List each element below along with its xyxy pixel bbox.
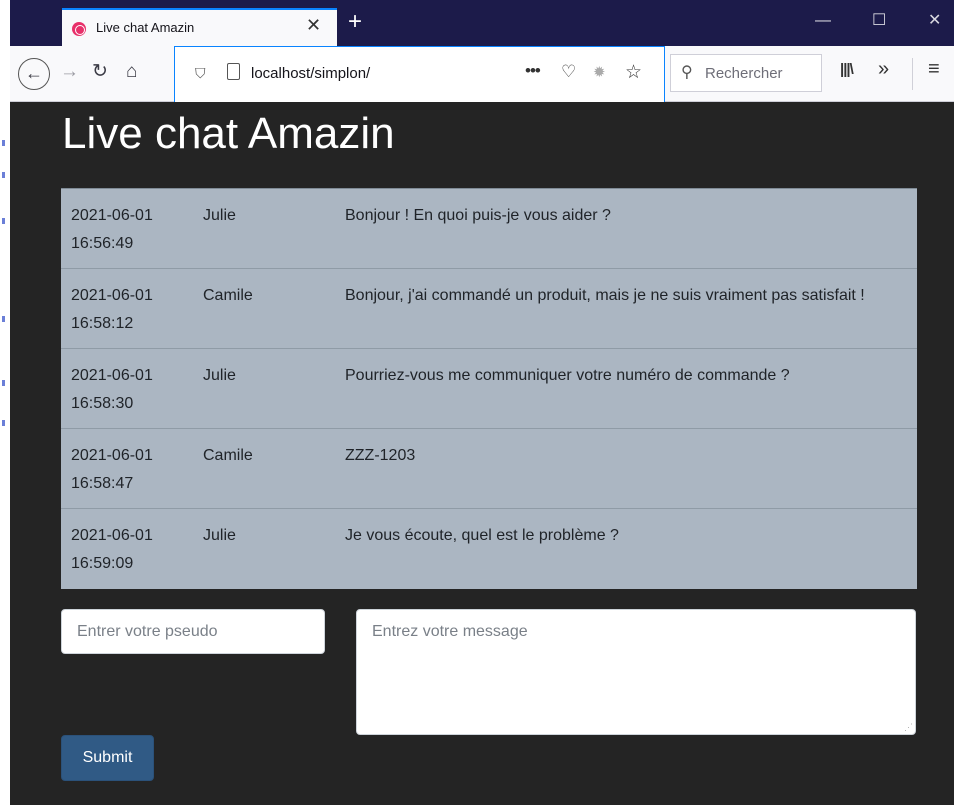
message-date: 2021-06-01	[71, 447, 153, 464]
chat-message-row: 2021-06-01 16:59:09 Julie Je vous écoute, q…	[61, 508, 917, 589]
message-date: 2021-06-01	[71, 287, 153, 304]
site-favicon-icon	[72, 22, 86, 36]
star-icon[interactable]: ☆	[625, 61, 642, 84]
message-time: 16:58:47	[71, 475, 134, 492]
message-textarea[interactable]	[356, 609, 916, 735]
new-tab-button[interactable]: +	[348, 8, 362, 36]
address-bar[interactable]: ⛉ localhost/simplon/ ••• ♡ ✹ ☆	[174, 46, 665, 102]
message-user: Julie	[203, 367, 236, 384]
pseudo-input[interactable]	[61, 609, 325, 654]
message-timestamp: 2021-06-01 16:58:47	[61, 429, 203, 509]
window-close-icon[interactable]: ✕	[928, 12, 941, 30]
back-arrow-icon[interactable]: ←	[18, 58, 50, 90]
url-text[interactable]: localhost/simplon/	[251, 65, 370, 82]
message-time: 16:59:09	[71, 555, 134, 572]
message-text: Bonjour, j'ai commandé un produit, mais …	[345, 287, 865, 304]
search-placeholder[interactable]: Rechercher	[705, 65, 783, 82]
forward-arrow-icon[interactable]: →	[60, 60, 79, 84]
tab-live-chat[interactable]: Live chat Amazin ✕	[62, 8, 337, 46]
maximize-icon[interactable]: ☐	[872, 12, 886, 30]
message-date: 2021-06-01	[71, 367, 153, 384]
chat-message-row: 2021-06-01 16:58:12 Camile Bonjour, j'ai co…	[61, 268, 917, 349]
message-user: Julie	[203, 527, 236, 544]
page-content: Live chat Amazin 2021-06-01 16:56:49 Julie…	[10, 103, 954, 805]
chat-message-row: 2021-06-01 16:58:30 Julie Pourriez-vous me …	[61, 348, 917, 429]
tab-close-icon[interactable]: ✕	[306, 16, 321, 34]
browser-window: Live chat Amazin ✕ + — ☐ ✕ ← → ↻ ⌂ ⛉ loc…	[10, 0, 954, 805]
pocket-icon[interactable]: ♡	[561, 62, 576, 82]
hamburger-menu-icon[interactable]: ≡	[928, 58, 940, 81]
chat-message-row: 2021-06-01 16:56:49 Julie Bonjour ! En quoi…	[61, 188, 917, 269]
overflow-icon[interactable]: »	[878, 58, 889, 81]
message-user: Julie	[203, 207, 236, 224]
message-text: Bonjour ! En quoi puis-je vous aider ?	[345, 207, 611, 224]
message-timestamp: 2021-06-01 16:56:49	[61, 189, 203, 269]
background-window-edge	[0, 0, 10, 805]
page-info-icon[interactable]	[227, 63, 240, 80]
chat-message-row: 2021-06-01 16:58:47 Camile ZZZ-1203	[61, 428, 917, 509]
chat-messages-table: 2021-06-01 16:56:49 Julie Bonjour ! En quoi…	[61, 188, 917, 589]
toolbar-divider	[912, 58, 913, 90]
more-icon[interactable]: •••	[525, 61, 541, 81]
search-icon: ⚲	[681, 64, 693, 81]
message-timestamp: 2021-06-01 16:59:09	[61, 509, 203, 589]
message-timestamp: 2021-06-01 16:58:12	[61, 269, 203, 349]
message-user: Camile	[203, 447, 253, 464]
page-title: Live chat Amazin	[62, 109, 395, 158]
tracking-shield-icon[interactable]: ⛉	[195, 65, 206, 82]
message-time: 16:58:30	[71, 395, 134, 412]
minimize-icon[interactable]: —	[815, 12, 831, 30]
message-date: 2021-06-01	[71, 207, 153, 224]
navigation-toolbar: ← → ↻ ⌂ ⛉ localhost/simplon/ ••• ♡ ✹ ☆ ⚲…	[10, 46, 954, 102]
message-time: 16:56:49	[71, 235, 134, 252]
submit-button[interactable]: Submit	[61, 735, 154, 781]
message-date: 2021-06-01	[71, 527, 153, 544]
bug-icon[interactable]: ✹	[593, 63, 606, 81]
home-icon[interactable]: ⌂	[126, 60, 137, 84]
tab-strip: Live chat Amazin ✕ + — ☐ ✕	[10, 0, 954, 46]
message-timestamp: 2021-06-01 16:58:30	[61, 349, 203, 429]
library-icon[interactable]: |||\	[840, 61, 854, 78]
search-box[interactable]: ⚲ Rechercher	[670, 54, 822, 92]
resize-handle-icon[interactable]: ⋰	[904, 723, 913, 732]
message-text: Je vous écoute, quel est le problème ?	[345, 527, 619, 544]
message-text: Pourriez-vous me communiquer votre numér…	[345, 367, 790, 384]
message-time: 16:58:12	[71, 315, 134, 332]
message-text: ZZZ-1203	[345, 447, 416, 464]
reload-icon[interactable]: ↻	[92, 60, 108, 84]
message-user: Camile	[203, 287, 253, 304]
tab-title: Live chat Amazin	[96, 20, 195, 35]
